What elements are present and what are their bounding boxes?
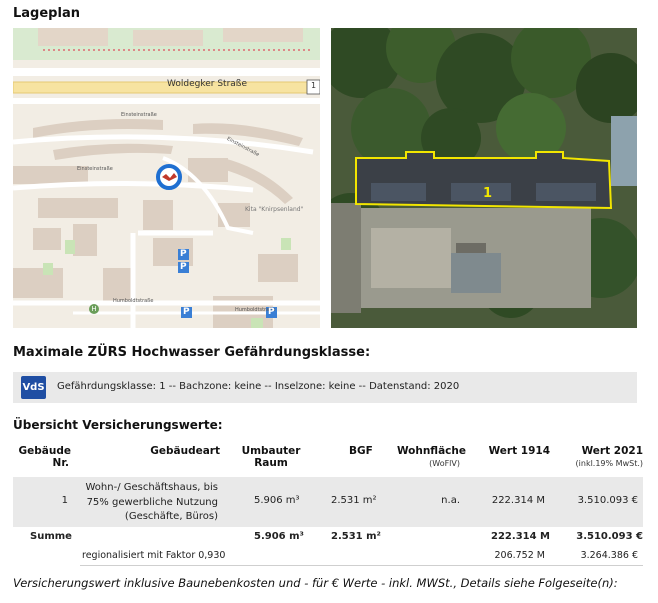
header-umbauter-line2: Raum — [254, 457, 288, 469]
parking-icon: P — [268, 307, 275, 317]
satellite-image: 1 — [331, 28, 637, 328]
vds-info-text: Gefährdungsklasse: 1 -- Bachzone: keine … — [57, 381, 460, 392]
footer-note: Versicherungswert inklusive Baunebenkost… — [13, 576, 618, 590]
regional-wert1914: 206.752 M — [494, 550, 545, 561]
summe-label: Summe — [30, 531, 72, 542]
map-label-kita: Kita "Knirpsenland" — [245, 206, 304, 213]
summe-bgf: 2.531 m² — [331, 531, 381, 542]
vds-logo: VdS — [21, 376, 46, 399]
bus-stop-icon: H — [89, 304, 99, 314]
vds-info-bar: VdS Gefährdungsklasse: 1 -- Bachzone: ke… — [13, 372, 637, 403]
header-wert1914: Wert 1914 — [488, 445, 550, 457]
map-label-einstein-1: Einsteinstraße — [121, 112, 157, 118]
row-wert2021: 3.510.093 € — [577, 495, 638, 506]
header-wert2021-line1: Wert 2021 — [581, 445, 643, 457]
row-gebaeudeart: Wohn-/ Geschäftshaus, bis 75% gewerblich… — [60, 481, 218, 525]
summe-raum: 5.906 m³ — [254, 531, 304, 542]
building-number-label: 1 — [483, 186, 493, 201]
regional-label: regionalisiert mit Faktor 0,930 — [82, 550, 226, 561]
summe-wert2021: 3.510.093 € — [576, 531, 643, 542]
header-gebaeude-line2: Nr. — [52, 457, 69, 469]
map-label-einstein-3: Einsteinstraße — [77, 166, 113, 172]
parking-icon: P — [180, 249, 187, 259]
header-wert2021-sub: (inkl.19% MwSt.) — [575, 459, 643, 468]
header-gebaeudeart: Gebäudeart — [150, 445, 220, 457]
header-umbauter-raum: Umbauter Raum — [232, 445, 310, 469]
row-art-line2: 75% gewerbliche Nutzung — [86, 496, 218, 508]
parking-icon: P — [180, 262, 187, 272]
row-wert1914: 222.314 M — [491, 495, 545, 506]
summe-wert1914: 222.314 M — [491, 531, 550, 542]
header-gebaeude-line1: Gebäude — [18, 445, 71, 457]
map-label-humboldt-1: Humboldtstraße — [113, 298, 154, 304]
satellite-graphic — [331, 28, 637, 328]
row-wohnflaeche: n.a. — [441, 495, 460, 506]
road-number-label: 1 — [311, 81, 317, 90]
header-wohnflaeche-sub: (WoFlV) — [429, 459, 460, 468]
header-wohnflaeche-line1: Wohnfläche — [396, 445, 466, 457]
parking-icon: P — [183, 307, 190, 317]
header-wert2021: Wert 2021 (inkl.19% MwSt.) — [555, 445, 643, 468]
lageplan-title: Lageplan — [13, 6, 80, 21]
regional-wert2021: 3.264.386 € — [580, 550, 638, 561]
map-label-woldegker: Woldegker Straße — [167, 79, 247, 89]
table-divider — [80, 565, 643, 566]
header-umbauter-line1: Umbauter — [241, 445, 301, 457]
street-map-graphic — [13, 28, 320, 328]
row-bgf: 2.531 m² — [331, 495, 377, 506]
header-gebaeude: Gebäude Nr. — [13, 445, 71, 469]
street-map: Woldegker Straße Einsteinstraße Einstein… — [13, 28, 320, 328]
hochwasser-title: Maximale ZÜRS Hochwasser Gefährdungsklas… — [13, 345, 371, 360]
header-wohnflaeche: Wohnfläche (WoFlV) — [390, 445, 466, 468]
row-art-line3: (Geschäfte, Büros) — [124, 511, 218, 522]
row-art-line1: Wohn-/ Geschäftshaus, bis — [85, 482, 218, 493]
uebersicht-title: Übersicht Versicherungswerte: — [13, 418, 223, 432]
row-raum: 5.906 m³ — [254, 495, 300, 506]
header-bgf: BGF — [349, 445, 373, 457]
